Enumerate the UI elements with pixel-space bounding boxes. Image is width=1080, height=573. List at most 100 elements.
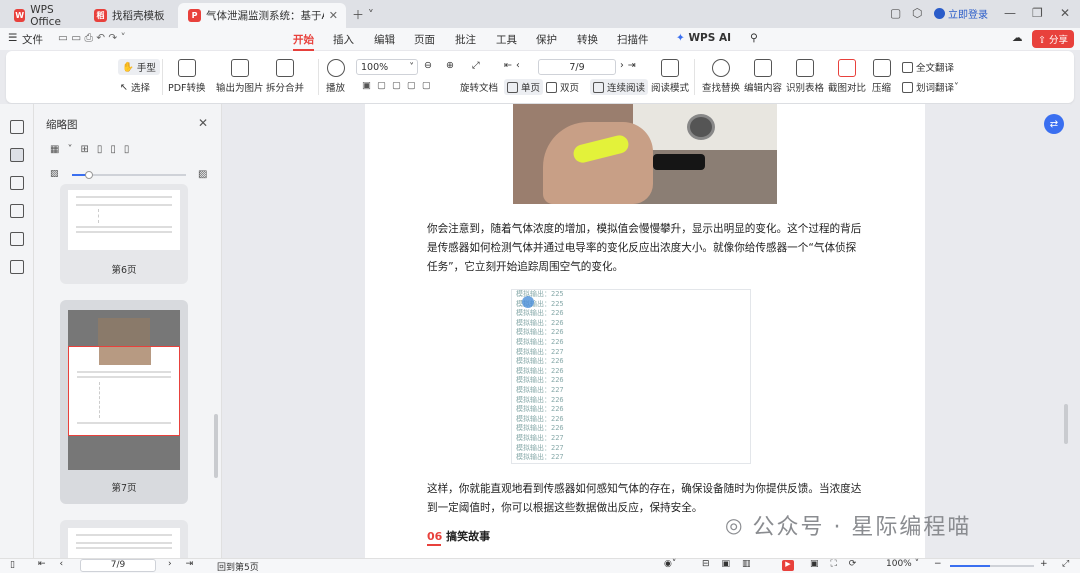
small-image-icon[interactable]: ▨ <box>50 169 59 179</box>
next-last-page-icons[interactable]: ›⇥ <box>620 60 640 71</box>
status-bar: ▯ ⇤‹ 7/9 ›⇥ 回到第5页 ◉˅ ⊟▣▥ ▶ ▣⛶⟳ 100% ˅ − … <box>0 558 1080 573</box>
zoom-select[interactable]: 100% ˅ <box>356 59 418 75</box>
bookmark-icon[interactable] <box>10 120 24 134</box>
serial-output-line: 模拟输出：226 <box>516 309 564 318</box>
view-tool-icons[interactable]: ▣▢▢▢▢ <box>362 80 437 91</box>
slider-handle[interactable] <box>85 171 93 179</box>
fit-icons[interactable]: ▣⛶⟳ <box>810 559 868 569</box>
rotate-button[interactable]: 旋转文档 <box>460 80 498 94</box>
new-tab-icon[interactable]: ＋ ˅ <box>352 6 374 23</box>
split-merge-button[interactable]: 拆分合并 <box>266 59 304 94</box>
attachment-icon[interactable] <box>10 204 24 218</box>
large-image-icon[interactable]: ▨ <box>198 169 207 180</box>
page-input[interactable]: 7/9 <box>538 59 616 75</box>
tab-document[interactable]: P 气体泄漏监测系统：基于Ard... ✕ <box>178 3 346 28</box>
zoom-out-icon[interactable]: ⊖ <box>424 60 432 71</box>
nav-first-prev-icons[interactable]: ⇤‹ <box>38 559 77 569</box>
view-mode-icons[interactable]: ⊟▣▥ <box>702 559 763 569</box>
hand-tool-button[interactable]: ✋ 手型 <box>118 59 160 75</box>
zoom-slider[interactable] <box>950 565 1034 567</box>
export-image-button[interactable]: 输出为图片 <box>216 59 264 94</box>
search-icon[interactable]: ⚲ <box>750 32 758 44</box>
minimize-icon[interactable]: — <box>1004 6 1016 20</box>
zoom-out-icon[interactable]: − <box>934 559 942 569</box>
status-page-input[interactable]: 7/9 <box>80 559 156 572</box>
play-button[interactable]: 播放 <box>326 59 345 94</box>
thumbnail-tools[interactable]: ▦˅⊞▯▯▯ <box>50 144 137 155</box>
close-window-icon[interactable]: ✕ <box>1060 6 1070 20</box>
signature-icon[interactable] <box>10 232 24 246</box>
word-translate-button[interactable]: 划词翻译 ˅ <box>902 80 959 94</box>
serial-output-line: 模拟输出：226 <box>516 424 564 433</box>
menu-insert[interactable]: 插入 <box>333 32 354 47</box>
login-button[interactable]: 立即登录 <box>934 6 988 21</box>
continuous-read-button[interactable]: 连续阅读 <box>590 79 649 95</box>
cloud-icon[interactable]: ☁ <box>1012 32 1023 44</box>
restore-icon[interactable]: ❐ <box>1032 6 1043 20</box>
thumbnail-page-6[interactable]: 第6页 <box>60 184 188 284</box>
left-rail <box>0 104 34 558</box>
menu-scan[interactable]: 扫描件 <box>617 32 649 47</box>
back-to-page-link[interactable]: 回到第5页 <box>217 560 259 573</box>
zoom-in-icon[interactable]: + <box>1040 559 1048 569</box>
thumbnail-icon[interactable] <box>10 148 24 162</box>
divider <box>162 59 163 95</box>
edit-content-button[interactable]: 编辑内容 <box>744 59 782 94</box>
comment-icon[interactable] <box>10 176 24 190</box>
fullscreen-icon[interactable]: ⤢ <box>1062 559 1069 569</box>
tab-label: 找稻壳模板 <box>112 10 165 22</box>
recognize-table-button[interactable]: 识别表格 <box>786 59 824 94</box>
compress-button[interactable]: 压缩 <box>872 59 891 94</box>
menu-edit[interactable]: 编辑 <box>374 32 395 47</box>
serial-output-box: 模拟输出：225 模拟输出：225 模拟输出：226 模拟输出：226 模拟输出：226… <box>511 289 751 464</box>
select-tool-button[interactable]: ↖ 选择 <box>120 80 150 95</box>
thumbnail-scrollbar[interactable] <box>214 414 218 478</box>
first-prev-page-icons[interactable]: ⇤‹ <box>504 60 524 71</box>
window-layout-icon[interactable]: ▢ <box>890 6 901 20</box>
menu-protect[interactable]: 保护 <box>536 32 557 47</box>
single-page-button[interactable]: 单页 <box>504 79 544 95</box>
thumbnail-size-slider[interactable] <box>72 171 186 179</box>
recognize-table-label: 识别表格 <box>786 83 825 94</box>
tab-wps-office[interactable]: W WPS Office <box>4 3 80 28</box>
status-zoom-select[interactable]: 100% ˅ <box>886 559 919 569</box>
screenshot-compare-button[interactable]: 截图对比 <box>828 59 866 94</box>
share-button[interactable]: ⇪ 分享 <box>1032 30 1075 48</box>
menu-comment[interactable]: 批注 <box>455 32 476 47</box>
zoom-in-icon[interactable]: ⊕ <box>446 60 454 71</box>
pdf-convert-button[interactable]: PDF转换 <box>168 59 206 94</box>
rotate-label: 旋转文档 <box>460 83 499 94</box>
menu-file[interactable]: 文件 <box>22 32 43 47</box>
sidebar-toggle-icon[interactable]: ▯ <box>10 560 15 570</box>
double-page-button[interactable]: 双页 <box>546 80 579 94</box>
menu-tools[interactable]: 工具 <box>496 32 517 47</box>
tab-template[interactable]: 稻 找稻壳模板 <box>84 3 170 28</box>
thumbnail-page-7[interactable]: 第7页 <box>60 300 188 504</box>
serial-output-line: 模拟输出：226 <box>516 318 564 327</box>
cube-icon[interactable]: ⬡ <box>912 6 922 20</box>
document-scrollbar[interactable] <box>1064 404 1068 444</box>
serial-output-line: 模拟输出：227 <box>516 385 564 394</box>
menu-home[interactable]: 开始 <box>293 32 314 51</box>
nav-next-last-icons[interactable]: ›⇥ <box>168 559 207 569</box>
menu-page[interactable]: 页面 <box>414 32 435 47</box>
status-zoom-value: 100% <box>886 559 912 569</box>
read-mode-button[interactable]: 阅读模式 <box>651 59 689 94</box>
eye-icon[interactable]: ◉˅ <box>664 559 676 569</box>
thumbnail-page-8[interactable] <box>60 520 188 558</box>
close-panel-icon[interactable]: ✕ <box>198 116 208 130</box>
assistant-icon[interactable]: ⇄ <box>1044 114 1064 134</box>
menu-icon[interactable]: ☰ <box>8 32 17 44</box>
fit-page-icon[interactable]: ⤢ <box>472 60 480 71</box>
menu-wps-ai[interactable]: ✦ WPS AI <box>676 32 731 44</box>
gas-sensor <box>687 114 715 140</box>
section-underline <box>427 544 441 546</box>
menu-convert[interactable]: 转换 <box>577 32 598 47</box>
image-export-icon <box>230 59 249 77</box>
find-replace-button[interactable]: 查找替换 <box>702 59 740 94</box>
layers-icon[interactable] <box>10 260 24 274</box>
play-slideshow-icon[interactable]: ▶ <box>782 560 794 571</box>
full-translate-button[interactable]: 全文翻译 <box>902 60 954 74</box>
quick-access-icons[interactable]: ▭ ▭ ⎙ ↶ ↷ ˅ <box>58 32 126 45</box>
close-tab-icon[interactable]: ✕ <box>329 9 338 22</box>
